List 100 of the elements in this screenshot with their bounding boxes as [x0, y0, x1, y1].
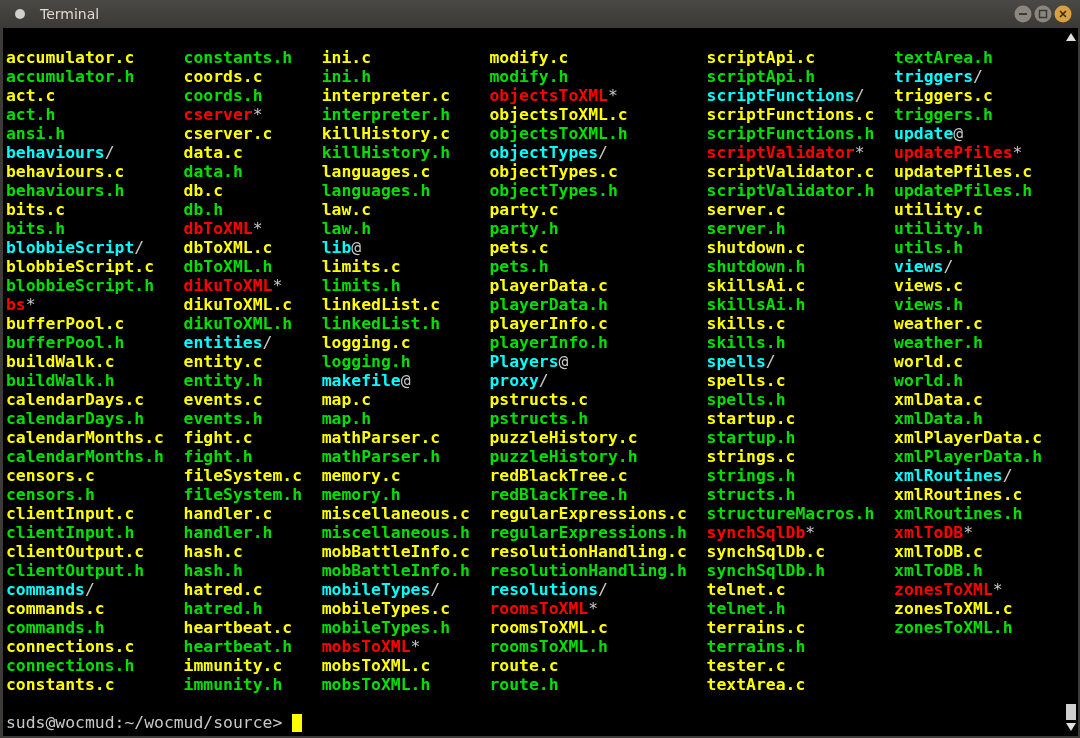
file-type-marker: /: [854, 86, 865, 105]
file-name: limits.h: [321, 276, 401, 295]
file-name: fight.c: [183, 428, 253, 447]
window-title: Terminal: [40, 6, 100, 22]
file-name: bs: [6, 295, 26, 314]
file-name: clientOutput.c: [6, 542, 145, 561]
file-type-marker: /: [104, 143, 115, 162]
file-type-marker: /: [973, 67, 983, 86]
file-name: act.c: [6, 86, 56, 105]
file-name: commands.c: [6, 599, 105, 618]
file-name: weather.c: [894, 314, 983, 333]
file-name: linkedList.c: [321, 295, 441, 314]
file-type-marker: *: [854, 143, 865, 162]
file-name: languages.c: [321, 162, 431, 181]
file-name: zonesToXML.h: [894, 618, 1013, 637]
file-name: xmlToDB: [894, 523, 964, 542]
file-name: lib: [321, 238, 352, 257]
file-name: textArea.h: [894, 48, 993, 67]
file-name: objectTypes.h: [489, 181, 618, 200]
file-name: map.c: [321, 390, 372, 409]
file-name: connections.c: [6, 637, 135, 656]
file-name: ansi.h: [6, 124, 66, 143]
file-name: dikuToXML.c: [183, 295, 293, 314]
file-name: weather.h: [894, 333, 983, 352]
file-type-marker: /: [134, 238, 145, 257]
file-name: pstructs.c: [489, 390, 589, 409]
file-name: db.c: [183, 181, 224, 200]
file-name: route.c: [489, 656, 559, 675]
file-name: fileSystem.c: [183, 466, 303, 485]
shell-prompt: suds@wocmud:~/wocmud/source>: [6, 713, 283, 732]
file-name: bits.h: [6, 219, 66, 238]
file-name: entity.c: [183, 352, 263, 371]
file-name: miscellaneous.h: [321, 523, 470, 542]
file-name: censors.c: [6, 466, 95, 485]
file-name: puzzleHistory.c: [489, 428, 638, 447]
file-type-marker: @: [953, 124, 964, 143]
file-name: synchSqlDb.c: [706, 542, 825, 561]
minimize-icon[interactable]: [1014, 5, 1032, 23]
file-name: connections.h: [6, 656, 135, 675]
file-name: modify.c: [489, 48, 569, 67]
file-name: triggers: [894, 67, 974, 86]
file-type-marker: @: [351, 238, 362, 257]
scroll-up-icon[interactable]: [1065, 32, 1077, 42]
file-name: xmlToDB.c: [894, 542, 983, 561]
file-name: accumulator.c: [6, 48, 135, 67]
maximize-icon[interactable]: [1034, 5, 1052, 23]
file-name: zonesToXML.c: [894, 599, 1013, 618]
file-name: mathParser.h: [321, 447, 441, 466]
file-name: server.c: [706, 200, 786, 219]
scroll-thumb[interactable]: [1066, 704, 1076, 720]
file-type-marker: *: [1012, 143, 1023, 162]
file-name: pets.h: [489, 257, 549, 276]
file-name: telnet.h: [706, 599, 786, 618]
file-name: buildWalk.c: [6, 352, 115, 371]
file-name: bits.c: [6, 200, 66, 219]
file-name: clientInput.h: [6, 523, 135, 542]
file-name: pstructs.h: [489, 409, 589, 428]
file-name: structs.h: [706, 485, 796, 504]
file-name: heartbeat.h: [183, 637, 293, 656]
file-name: immunity.c: [183, 656, 283, 675]
file-name: handler.c: [183, 504, 273, 523]
file-name: languages.h: [321, 181, 431, 200]
file-name: cserver.c: [183, 124, 273, 143]
file-name: update: [894, 124, 954, 143]
file-name: clientInput.c: [6, 504, 135, 523]
file-type-marker: *: [252, 219, 263, 238]
file-name: behaviours.h: [6, 181, 125, 200]
scroll-down-icon[interactable]: [1065, 722, 1077, 732]
file-name: constants.c: [6, 675, 115, 694]
file-type-marker: @: [400, 371, 411, 390]
file-type-marker: *: [252, 105, 263, 124]
file-name: zonesToXML: [894, 580, 993, 599]
file-name: handler.h: [183, 523, 273, 542]
file-name: startup.c: [706, 409, 796, 428]
file-type-marker: *: [992, 580, 1003, 599]
file-name: strings.c: [706, 447, 796, 466]
file-name: skills.h: [706, 333, 786, 352]
file-name: fileSystem.h: [183, 485, 303, 504]
file-name: entity.h: [183, 371, 263, 390]
file-name: views.c: [894, 276, 964, 295]
file-name: resolutions: [489, 580, 599, 599]
file-name: xmlRoutines.c: [894, 485, 1023, 504]
file-name: roomsToXML: [489, 599, 589, 618]
close-icon[interactable]: [1054, 5, 1072, 23]
file-name: dbToXML.c: [183, 238, 273, 257]
file-name: regularExpressions.h: [489, 523, 687, 542]
file-name: xmlToDB.h: [894, 561, 983, 580]
file-name: regularExpressions.c: [489, 504, 687, 523]
file-name: scriptApi.h: [706, 67, 816, 86]
file-name: shutdown.h: [706, 257, 806, 276]
file-name: utils.h: [894, 238, 964, 257]
file-name: updatePfiles: [894, 143, 1013, 162]
file-name: scriptApi.c: [706, 48, 816, 67]
file-name: mathParser.c: [321, 428, 441, 447]
file-type-marker: /: [262, 333, 273, 352]
window-menu-icon[interactable]: [14, 8, 26, 20]
file-name: censors.h: [6, 485, 95, 504]
file-name: logging.c: [321, 333, 411, 352]
file-type-marker: /: [943, 257, 954, 276]
file-name: law.h: [321, 219, 372, 238]
